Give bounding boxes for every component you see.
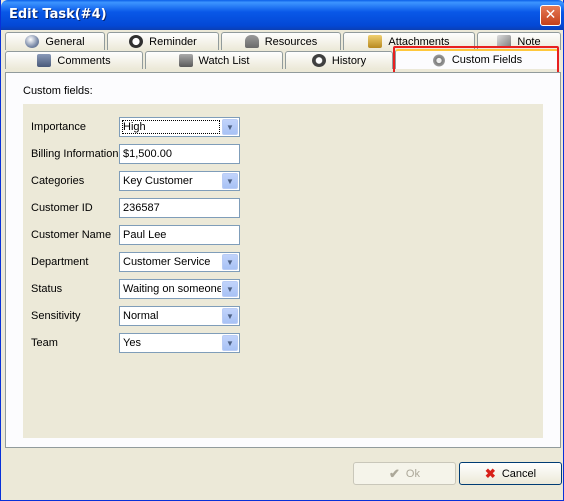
tab-label: Custom Fields bbox=[451, 54, 523, 66]
field-label: Categories bbox=[31, 175, 85, 187]
chevron-down-icon[interactable]: ▼ bbox=[222, 308, 238, 324]
globe-icon bbox=[25, 35, 40, 48]
chevron-down-icon[interactable]: ▼ bbox=[222, 335, 238, 351]
field-row-categories: Categories Key Customer ▼ bbox=[31, 171, 531, 191]
field-value: $1,500.00 bbox=[123, 148, 172, 160]
field-label: Billing Information bbox=[31, 148, 119, 160]
field-label: Sensitivity bbox=[31, 310, 81, 322]
ok-button[interactable]: ✔ Ok bbox=[353, 462, 456, 485]
tab-label: History bbox=[331, 54, 367, 67]
pencil-icon bbox=[497, 35, 512, 48]
chevron-down-icon[interactable]: ▼ bbox=[222, 281, 238, 297]
tab-attachments[interactable]: Attachments bbox=[343, 32, 475, 50]
people-icon bbox=[244, 35, 259, 48]
department-select[interactable]: Customer Service ▼ bbox=[119, 252, 240, 272]
cancel-label: Cancel bbox=[501, 467, 537, 480]
custom-fields-area: Importance High ▼ Billing Information $1… bbox=[23, 104, 543, 438]
tab-custom-fields[interactable]: Custom Fields bbox=[395, 49, 559, 69]
cancel-button[interactable]: ✖ Cancel bbox=[459, 462, 562, 485]
window-title: Edit Task(#4) bbox=[9, 7, 107, 22]
field-row-importance: Importance High ▼ bbox=[31, 117, 531, 137]
ok-label: Ok bbox=[405, 467, 420, 480]
tab-history[interactable]: History bbox=[285, 51, 393, 69]
gear-icon bbox=[431, 53, 446, 67]
field-row-customer-name: Customer Name Paul Lee bbox=[31, 225, 531, 245]
tab-resources[interactable]: Resources bbox=[221, 32, 341, 50]
chevron-down-icon[interactable]: ▼ bbox=[222, 254, 238, 270]
lock-icon bbox=[368, 35, 383, 48]
field-value: Normal bbox=[123, 310, 159, 322]
tab-label: Attachments bbox=[388, 35, 450, 48]
section-label: Custom fields: bbox=[23, 85, 93, 97]
tab-label: Watch List bbox=[198, 54, 250, 67]
tab-note[interactable]: Note bbox=[477, 32, 561, 50]
tab-label: Comments bbox=[57, 54, 111, 67]
watch-list-icon bbox=[178, 54, 193, 67]
field-label: Department bbox=[31, 256, 89, 268]
tab-watch-list[interactable]: Watch List bbox=[145, 51, 283, 69]
team-select[interactable]: Yes ▼ bbox=[119, 333, 240, 353]
field-value: Yes bbox=[123, 337, 141, 349]
tab-reminder[interactable]: Reminder bbox=[107, 32, 219, 50]
alarm-clock-icon bbox=[129, 35, 144, 48]
field-row-billing-information: Billing Information $1,500.00 bbox=[31, 144, 531, 164]
field-label: Importance bbox=[31, 121, 87, 133]
comments-icon bbox=[37, 54, 52, 67]
field-row-sensitivity: Sensitivity Normal ▼ bbox=[31, 306, 531, 326]
tab-strip: General Reminder Resources Attachments N… bbox=[5, 32, 561, 72]
field-row-customer-id: Customer ID 236587 bbox=[31, 198, 531, 218]
check-icon: ✔ bbox=[389, 465, 400, 481]
tab-label: General bbox=[45, 35, 85, 48]
field-value: 236587 bbox=[123, 202, 160, 214]
billing-information-input[interactable]: $1,500.00 bbox=[119, 144, 240, 164]
field-label: Customer Name bbox=[31, 229, 112, 241]
custom-fields-panel: Custom fields: Importance High ▼ Billing… bbox=[5, 72, 561, 448]
field-row-team: Team Yes ▼ bbox=[31, 333, 531, 353]
close-button[interactable]: ✕ bbox=[540, 5, 561, 26]
customer-name-input[interactable]: Paul Lee bbox=[119, 225, 240, 245]
tab-label: Note bbox=[517, 35, 541, 48]
field-value: High bbox=[122, 120, 220, 134]
edit-task-dialog: Edit Task(#4) ✕ General Reminder Resourc… bbox=[0, 0, 564, 501]
tab-comments[interactable]: Comments bbox=[5, 51, 143, 69]
cancel-x-icon: ✖ bbox=[484, 465, 496, 481]
status-select[interactable]: Waiting on someone ▼ bbox=[119, 279, 240, 299]
sensitivity-select[interactable]: Normal ▼ bbox=[119, 306, 240, 326]
field-label: Customer ID bbox=[31, 202, 93, 214]
field-value: Paul Lee bbox=[123, 229, 167, 241]
tab-label: Resources bbox=[264, 35, 318, 48]
tab-label: Reminder bbox=[149, 35, 197, 48]
categories-select[interactable]: Key Customer ▼ bbox=[119, 171, 240, 191]
customer-id-input[interactable]: 236587 bbox=[119, 198, 240, 218]
field-row-status: Status Waiting on someone ▼ bbox=[31, 279, 531, 299]
field-label: Team bbox=[31, 337, 58, 349]
field-label: Status bbox=[31, 283, 63, 295]
chevron-down-icon[interactable]: ▼ bbox=[222, 173, 238, 189]
field-value: Customer Service bbox=[123, 256, 211, 268]
field-row-department: Department Customer Service ▼ bbox=[31, 252, 531, 272]
history-icon bbox=[311, 54, 326, 67]
importance-select[interactable]: High ▼ bbox=[119, 117, 240, 137]
tab-general[interactable]: General bbox=[5, 32, 105, 50]
title-bar[interactable]: Edit Task(#4) ✕ bbox=[1, 0, 564, 30]
chevron-down-icon[interactable]: ▼ bbox=[222, 119, 238, 135]
field-value: Waiting on someone bbox=[123, 283, 221, 295]
field-value: Key Customer bbox=[123, 175, 193, 187]
